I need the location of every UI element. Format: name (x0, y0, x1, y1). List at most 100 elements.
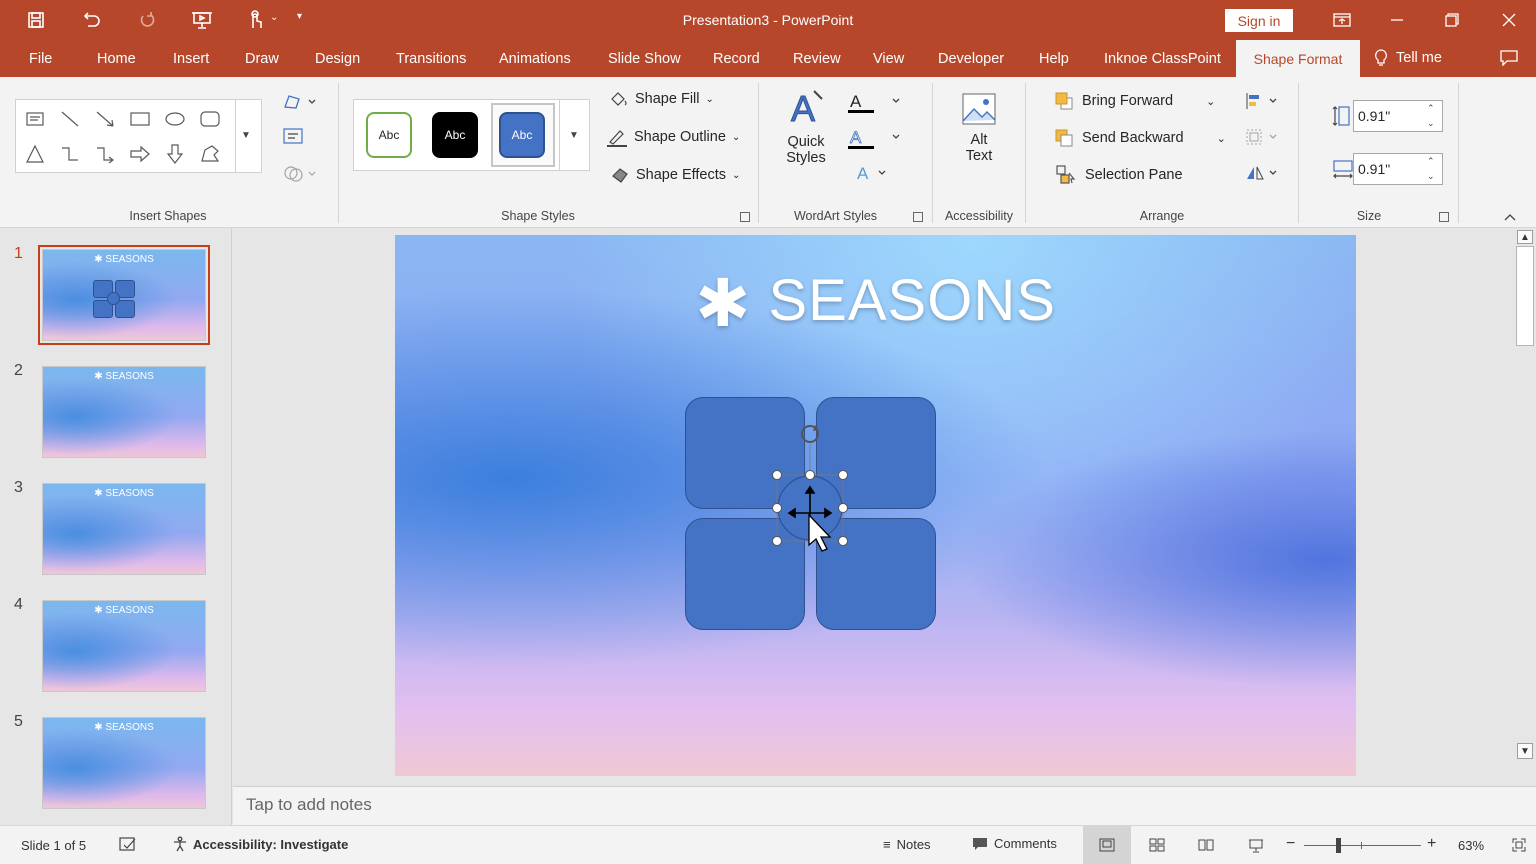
tab-home[interactable]: Home (97, 51, 136, 67)
rounded-rectangle-shape-icon[interactable] (199, 108, 221, 130)
tab-draw[interactable]: Draw (245, 51, 279, 67)
slide-sorter-view-icon[interactable] (1149, 838, 1165, 855)
tab-insert[interactable]: Insert (173, 51, 209, 67)
more-shapes-icon[interactable]: ▼ (241, 130, 251, 141)
slide-thumbnail-5[interactable]: ✱ SEASONS (42, 717, 206, 809)
merge-shapes-icon[interactable] (283, 163, 317, 186)
shape-styles-dialog-launcher-icon[interactable] (740, 212, 750, 222)
edit-shape-icon[interactable] (283, 93, 317, 114)
ribbon-display-options-icon[interactable] (1322, 6, 1362, 34)
quick-styles-button[interactable]: A Quick Styles (780, 87, 832, 167)
more-styles-icon[interactable]: ▼ (569, 130, 579, 141)
close-icon[interactable] (1489, 6, 1529, 34)
alt-text-button[interactable]: Alt Text (955, 91, 1003, 164)
notes-toggle-button[interactable]: ≡ Notes (883, 837, 931, 852)
selected-circle-shape[interactable] (765, 420, 855, 555)
zoom-slider-thumb[interactable] (1336, 838, 1341, 853)
tab-animations[interactable]: Animations (499, 51, 571, 67)
normal-view-button[interactable] (1083, 826, 1131, 864)
align-icon[interactable] (1245, 92, 1279, 113)
notes-pane[interactable]: Tap to add notes (233, 786, 1536, 825)
draw-text-box-icon[interactable] (283, 127, 303, 148)
zoom-out-icon[interactable]: − (1286, 835, 1295, 853)
arrow-line-shape-icon[interactable] (94, 108, 116, 130)
rectangle-shape-icon[interactable] (129, 108, 151, 130)
group-objects-icon[interactable] (1245, 128, 1279, 149)
present-from-start-icon[interactable] (189, 8, 215, 32)
slide-thumbnail-3[interactable]: ✱ SEASONS (42, 483, 206, 575)
line-shape-icon[interactable] (59, 108, 81, 130)
shape-effects-icon (612, 168, 628, 183)
text-fill-icon[interactable]: A (848, 91, 908, 118)
slide-thumbnail-1[interactable]: ✱ SEASONS (38, 245, 210, 345)
shape-styles-gallery[interactable]: Abc Abc Abc ▼ (353, 99, 590, 171)
size-dialog-launcher-icon[interactable] (1439, 212, 1449, 222)
shapes-gallery[interactable]: ▼ (15, 99, 262, 173)
comments-button[interactable]: Comments (972, 836, 1057, 851)
send-backward-button[interactable]: Send Backward ⌄ (1055, 129, 1226, 147)
freeform-shape-icon[interactable] (199, 143, 221, 165)
scroll-thumb[interactable] (1516, 246, 1534, 346)
shape-fill-button[interactable]: Shape Fill ⌄ (609, 90, 714, 108)
slide-thumbnail-2[interactable]: ✱ SEASONS (42, 366, 206, 458)
zoom-slider[interactable] (1304, 845, 1421, 846)
reading-view-icon[interactable] (1198, 838, 1214, 855)
undo-icon[interactable] (78, 8, 104, 32)
scroll-up-icon[interactable]: ▲ (1517, 230, 1533, 244)
tab-view[interactable]: View (873, 51, 904, 67)
minimize-icon[interactable] (1377, 6, 1417, 34)
style-preset-blue[interactable]: Abc (499, 112, 545, 158)
slide-title[interactable]: ✱ SEASONS (395, 265, 1356, 342)
shape-outline-button[interactable]: Shape Outline ⌄ (606, 127, 740, 147)
tab-slide-show[interactable]: Slide Show (608, 51, 681, 67)
width-spinner-icon[interactable]: ⌃ ⌄ (1427, 154, 1435, 184)
redo-icon[interactable] (134, 8, 160, 32)
elbow-connector-shape-icon[interactable] (59, 143, 81, 165)
collapse-ribbon-icon[interactable] (1503, 209, 1517, 225)
sign-in-button[interactable]: Sign in (1225, 9, 1293, 32)
slide-show-view-icon[interactable] (1248, 838, 1264, 857)
zoom-in-icon[interactable]: + (1427, 835, 1436, 853)
shape-effects-button[interactable]: Shape Effects ⌄ (610, 166, 740, 184)
spelling-check-icon[interactable] (119, 837, 137, 856)
restore-icon[interactable] (1432, 6, 1472, 34)
down-arrow-shape-icon[interactable] (164, 143, 186, 165)
fit-to-window-icon[interactable] (1512, 838, 1526, 855)
height-spinner-icon[interactable]: ⌃ ⌄ (1427, 101, 1435, 131)
wordart-dialog-launcher-icon[interactable] (913, 212, 923, 222)
touch-mode-dropdown-icon[interactable]: ⌄ (270, 12, 278, 23)
rotate-icon[interactable] (1245, 164, 1279, 185)
bring-forward-button[interactable]: Bring Forward ⌄ (1055, 92, 1215, 110)
text-outline-icon[interactable]: A (848, 127, 908, 154)
vertical-scrollbar[interactable]: ▲ ▼ (1514, 228, 1536, 765)
customize-qat-icon[interactable]: ▾ (297, 11, 302, 22)
right-arrow-shape-icon[interactable] (129, 143, 151, 165)
comments-panel-icon[interactable] (1500, 50, 1518, 69)
tab-inknoe-classpoint[interactable]: Inknoe ClassPoint (1104, 51, 1221, 67)
oval-shape-icon[interactable] (164, 108, 186, 130)
zoom-level[interactable]: 63% (1458, 838, 1484, 853)
tab-developer[interactable]: Developer (938, 51, 1004, 67)
selection-pane-button[interactable]: Selection Pane (1056, 165, 1183, 185)
triangle-shape-icon[interactable] (24, 143, 46, 165)
tab-review[interactable]: Review (793, 51, 841, 67)
slide-thumbnail-4[interactable]: ✱ SEASONS (42, 600, 206, 692)
scroll-down-icon[interactable]: ▼ (1517, 743, 1533, 759)
text-effects-icon[interactable]: A (855, 163, 895, 188)
style-preset-white[interactable]: Abc (366, 112, 412, 158)
style-preset-black[interactable]: Abc (432, 112, 478, 158)
tab-shape-format[interactable]: Shape Format (1236, 40, 1360, 77)
accessibility-checker[interactable]: Accessibility: Investigate (172, 836, 348, 852)
tell-me-search[interactable]: Tell me (1374, 49, 1442, 67)
elbow-arrow-connector-shape-icon[interactable] (94, 143, 116, 165)
touch-mode-icon[interactable] (242, 8, 268, 32)
tab-help[interactable]: Help (1039, 51, 1069, 67)
save-icon[interactable] (23, 8, 49, 32)
tab-record[interactable]: Record (713, 51, 760, 67)
tab-transitions[interactable]: Transitions (396, 51, 466, 67)
text-box-shape-icon[interactable] (24, 108, 46, 130)
tab-file[interactable]: File (29, 51, 52, 67)
tab-design[interactable]: Design (315, 51, 360, 67)
thumbnail-number: 1 (14, 245, 23, 262)
slide-canvas[interactable]: ✱ SEASONS (395, 235, 1356, 776)
